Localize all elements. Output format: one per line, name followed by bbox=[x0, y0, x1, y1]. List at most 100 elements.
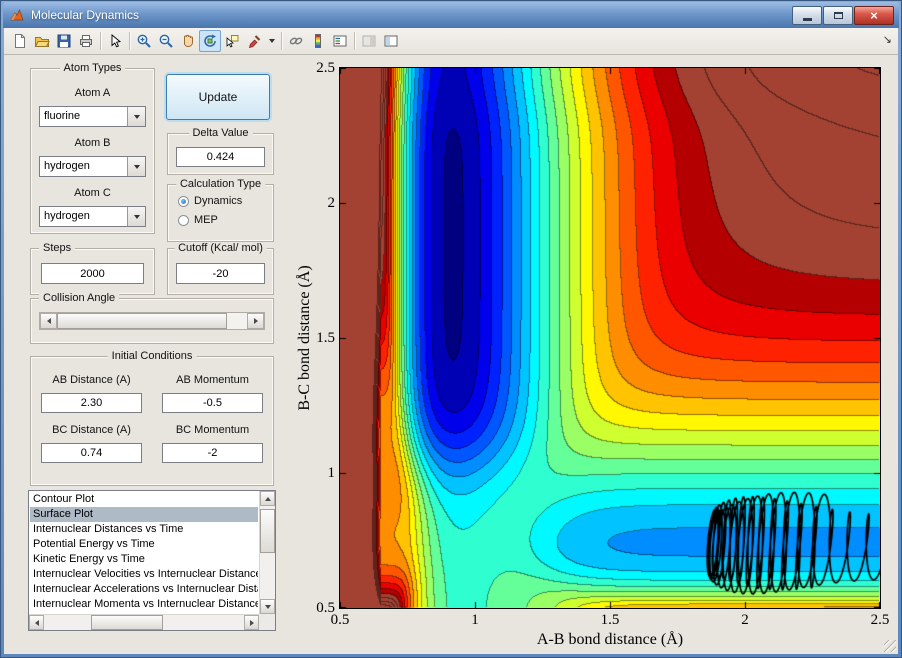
rotate-3d-icon bbox=[202, 33, 218, 49]
atom-c-dropdown[interactable]: hydrogen bbox=[39, 206, 146, 227]
atom-a-value: fluorine bbox=[40, 107, 127, 126]
slider-right-arrow[interactable] bbox=[247, 313, 264, 329]
open-file-button[interactable] bbox=[31, 30, 53, 52]
matlab-app-icon bbox=[9, 7, 25, 23]
zoom-in-icon bbox=[136, 33, 152, 49]
insert-legend-button[interactable] bbox=[329, 30, 351, 52]
brush-icon bbox=[246, 33, 262, 49]
ab-distance-input[interactable] bbox=[41, 393, 142, 413]
listbox-vertical-scrollbar[interactable] bbox=[259, 491, 275, 614]
printer-icon bbox=[78, 33, 94, 49]
window-title: Molecular Dynamics bbox=[31, 8, 792, 22]
hide-plot-tools-icon bbox=[361, 33, 377, 49]
minimize-button[interactable] bbox=[792, 6, 822, 25]
list-item-internuclear-momenta[interactable]: Internuclear Momenta vs Internuclear Dis… bbox=[30, 597, 258, 612]
new-figure-button[interactable] bbox=[9, 30, 31, 52]
collision-angle-slider[interactable] bbox=[39, 312, 265, 330]
list-item-surface-plot[interactable]: Surface Plot bbox=[30, 507, 258, 522]
scroll-left-button[interactable] bbox=[29, 615, 44, 630]
list-item-internuclear-velocities[interactable]: Internuclear Velocities vs Internuclear … bbox=[30, 567, 258, 582]
delta-value-input[interactable] bbox=[176, 147, 265, 167]
scroll-down-button[interactable] bbox=[260, 599, 275, 614]
zoom-in-button[interactable] bbox=[133, 30, 155, 52]
steps-title: Steps bbox=[39, 242, 75, 254]
ab-distance-label: AB Distance (A) bbox=[31, 374, 152, 386]
hide-plot-tools-button[interactable] bbox=[358, 30, 380, 52]
mep-radio[interactable] bbox=[178, 215, 189, 226]
dock-figure-arrow[interactable]: ↘ bbox=[883, 33, 892, 46]
x-axis-label: A-B bond distance (Å) bbox=[340, 631, 880, 649]
atom-a-label: Atom A bbox=[31, 87, 154, 99]
chevron-down-icon[interactable] bbox=[127, 107, 145, 126]
save-figure-button[interactable] bbox=[53, 30, 75, 52]
toolbar-separator bbox=[354, 32, 355, 50]
print-figure-button[interactable] bbox=[75, 30, 97, 52]
resize-grip[interactable] bbox=[884, 640, 896, 652]
arrow-right-icon bbox=[250, 620, 254, 626]
list-item-internuclear-accelerations[interactable]: Internuclear Accelerations vs Internucle… bbox=[30, 582, 258, 597]
steps-input[interactable] bbox=[41, 263, 144, 284]
y-axis-label: B-C bond distance (Å) bbox=[296, 265, 314, 410]
new-document-icon bbox=[12, 33, 28, 49]
insert-colorbar-button[interactable] bbox=[307, 30, 329, 52]
edit-plot-button[interactable] bbox=[104, 30, 126, 52]
save-floppy-icon bbox=[56, 33, 72, 49]
close-button[interactable]: × bbox=[854, 6, 894, 25]
arrow-up-icon bbox=[265, 497, 271, 501]
maximize-icon bbox=[834, 12, 843, 19]
slider-left-arrow[interactable] bbox=[40, 313, 57, 329]
dynamics-radio-label: Dynamics bbox=[194, 195, 242, 207]
arrow-left-icon bbox=[47, 318, 51, 324]
titlebar[interactable]: Molecular Dynamics × bbox=[3, 2, 899, 28]
atom-c-label: Atom C bbox=[31, 187, 154, 199]
data-cursor-button[interactable] bbox=[221, 30, 243, 52]
list-item-internuclear-distances[interactable]: Internuclear Distances vs Time bbox=[30, 522, 258, 537]
legend-icon bbox=[332, 33, 348, 49]
link-plots-button[interactable] bbox=[285, 30, 307, 52]
bc-momentum-input[interactable] bbox=[162, 443, 263, 463]
figure-client-area: ↘ Atom Types Atom A fluorine Atom B hydr… bbox=[4, 28, 898, 654]
list-item-contour-plot[interactable]: Contour Plot bbox=[30, 492, 258, 507]
update-button[interactable]: Update bbox=[166, 74, 270, 120]
pan-button[interactable] bbox=[177, 30, 199, 52]
atom-a-dropdown[interactable]: fluorine bbox=[39, 106, 146, 127]
zoom-out-button[interactable] bbox=[155, 30, 177, 52]
collision-angle-title: Collision Angle bbox=[39, 292, 119, 304]
delta-value-panel: Delta Value bbox=[167, 133, 274, 175]
ab-momentum-label: AB Momentum bbox=[152, 374, 273, 386]
y-tick-label: 1 bbox=[301, 465, 335, 482]
plot-type-list: Contour Plot Surface Plot Internuclear D… bbox=[30, 492, 258, 613]
bc-distance-input[interactable] bbox=[41, 443, 142, 463]
rotate-3d-button[interactable] bbox=[199, 30, 221, 52]
list-item-potential-energy[interactable]: Potential Energy vs Time bbox=[30, 537, 258, 552]
brush-button[interactable] bbox=[243, 30, 265, 52]
delta-value-title: Delta Value bbox=[188, 127, 252, 139]
close-icon: × bbox=[870, 9, 878, 22]
figure-toolbar: ↘ bbox=[4, 28, 898, 55]
brush-dropdown-button[interactable] bbox=[265, 30, 278, 52]
chevron-down-icon[interactable] bbox=[127, 157, 145, 176]
minimize-icon bbox=[803, 18, 812, 21]
maximize-button[interactable] bbox=[823, 6, 853, 25]
pes-contour-canvas[interactable] bbox=[340, 68, 880, 608]
horizontal-scroll-thumb[interactable] bbox=[91, 615, 163, 630]
vertical-scroll-thumb[interactable] bbox=[260, 509, 275, 553]
chevron-down-icon[interactable] bbox=[127, 207, 145, 226]
y-tick-label: 0.5 bbox=[301, 600, 335, 617]
arrow-left-icon bbox=[35, 620, 39, 626]
slider-thumb[interactable] bbox=[57, 313, 227, 329]
ab-momentum-input[interactable] bbox=[162, 393, 263, 413]
scroll-right-button[interactable] bbox=[244, 615, 259, 630]
scroll-up-button[interactable] bbox=[260, 491, 275, 506]
show-plot-tools-button[interactable] bbox=[380, 30, 402, 52]
cutoff-input[interactable] bbox=[176, 263, 265, 284]
dynamics-radio[interactable] bbox=[178, 196, 189, 207]
listbox-horizontal-scrollbar[interactable] bbox=[29, 614, 259, 630]
link-chain-icon bbox=[288, 33, 304, 49]
steps-panel: Steps bbox=[30, 248, 155, 295]
x-tick-label: 2 bbox=[725, 612, 765, 629]
list-item-kinetic-energy[interactable]: Kinetic Energy vs Time bbox=[30, 552, 258, 567]
atom-c-value: hydrogen bbox=[40, 207, 127, 226]
open-folder-icon bbox=[34, 33, 50, 49]
atom-b-dropdown[interactable]: hydrogen bbox=[39, 156, 146, 177]
